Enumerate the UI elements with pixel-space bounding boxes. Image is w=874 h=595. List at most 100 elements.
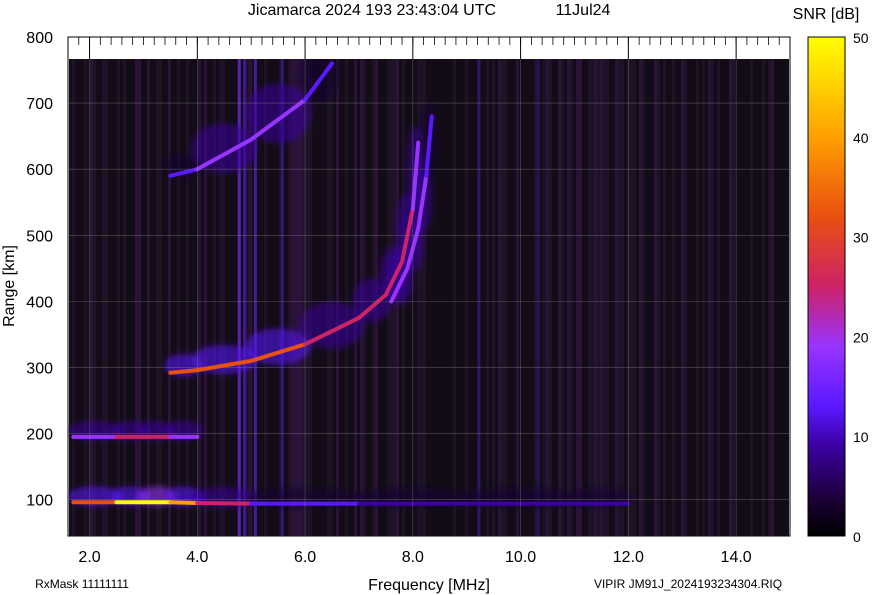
- noise-column: [588, 59, 591, 536]
- noise-column: [738, 59, 741, 536]
- noise-column: [750, 59, 753, 536]
- noise-column: [177, 59, 180, 536]
- noise-column: [783, 59, 786, 536]
- noise-column: [336, 59, 339, 536]
- noise-column: [321, 59, 324, 536]
- noise-column: [507, 59, 510, 536]
- noise-column: [711, 59, 714, 536]
- noise-column: [786, 59, 789, 536]
- trace-segment: [168, 500, 200, 505]
- noise-column: [525, 59, 528, 536]
- noise-column: [141, 59, 144, 536]
- noise-column: [93, 59, 96, 536]
- noise-column: [69, 59, 72, 536]
- noise-column: [339, 59, 342, 536]
- colorbar-tick-label: 20: [853, 329, 869, 345]
- y-tick-label: 800: [26, 30, 53, 47]
- noise-column: [138, 59, 141, 536]
- noise-column: [309, 59, 312, 536]
- noise-column: [462, 59, 465, 536]
- noise-column: [453, 59, 456, 536]
- noise-column: [567, 59, 570, 536]
- noise-column: [180, 59, 183, 536]
- noise-column: [126, 59, 129, 536]
- file-label: VIPIR JM91J_2024193234304.RIQ: [594, 577, 782, 591]
- noise-column: [543, 59, 546, 536]
- noise-column: [162, 59, 165, 536]
- noise-column: [663, 59, 666, 536]
- y-tick-label: 200: [26, 427, 53, 444]
- noise-column: [153, 59, 156, 536]
- noise-column: [774, 59, 777, 536]
- x-tick-label: 4.0: [186, 549, 208, 566]
- noise-column: [756, 59, 759, 536]
- noise-column: [333, 59, 336, 536]
- noise-column: [777, 59, 780, 536]
- y-tick-label: 400: [26, 294, 53, 311]
- noise-column: [681, 59, 684, 536]
- y-axis-label: Range [km]: [1, 245, 18, 327]
- noise-column: [765, 59, 768, 536]
- colorbar-tick-label: 30: [853, 230, 869, 246]
- noise-column: [156, 59, 159, 536]
- noise-column: [657, 59, 660, 536]
- noise-column: [618, 59, 621, 536]
- noise-column: [582, 59, 585, 536]
- noise-column: [564, 59, 567, 536]
- y-tick-label: 600: [26, 162, 53, 179]
- noise-column: [78, 59, 81, 536]
- noise-column: [330, 59, 333, 536]
- noise-column: [549, 59, 552, 536]
- noise-column: [684, 59, 687, 536]
- noise-column: [726, 59, 729, 536]
- noise-column: [459, 59, 462, 536]
- noise-column: [75, 59, 78, 536]
- noise-column: [732, 59, 735, 536]
- y-axis: 100 200 300 400 500 600 700 800: [26, 30, 53, 510]
- noise-column: [600, 59, 603, 536]
- colorbar-label: SNR [dB]: [793, 6, 860, 23]
- noise-column: [570, 59, 573, 536]
- noise-column: [129, 59, 132, 536]
- noise-column: [690, 59, 693, 536]
- noise-column: [327, 59, 330, 536]
- noise-column: [72, 59, 75, 536]
- noise-column: [123, 59, 126, 536]
- noise-column: [501, 59, 504, 536]
- noise-column: [135, 59, 138, 536]
- noise-column: [576, 59, 579, 536]
- noise-column: [672, 59, 675, 536]
- noise-column: [678, 59, 681, 536]
- noise-column: [81, 59, 84, 536]
- noise-column: [342, 59, 345, 536]
- noise-column: [642, 59, 645, 536]
- noise-column: [621, 59, 624, 536]
- noise-column: [585, 59, 588, 536]
- noise-column: [90, 59, 93, 536]
- y-tick-label: 100: [26, 493, 53, 510]
- noise-column: [114, 59, 117, 536]
- noise-column: [183, 59, 186, 536]
- noise-column: [714, 59, 717, 536]
- noise-column: [456, 59, 459, 536]
- noise-column: [198, 59, 201, 536]
- x-tick-label: 8.0: [402, 549, 424, 566]
- chart-title: Jicamarca 2024 193 23:43:04 UTC: [248, 2, 496, 19]
- noise-column: [468, 59, 471, 536]
- noise-column: [447, 59, 450, 536]
- noise-column: [99, 59, 102, 536]
- noise-column: [441, 59, 444, 536]
- noise-column: [465, 59, 468, 536]
- colorbar: [807, 36, 846, 537]
- noise-column: [189, 59, 192, 536]
- noise-column: [504, 59, 507, 536]
- noise-column: [699, 59, 702, 536]
- noise-column: [120, 59, 123, 536]
- noise-column: [615, 59, 618, 536]
- chart-date: 11Jul24: [556, 2, 611, 19]
- noise-column: [555, 59, 558, 536]
- noise-column: [150, 59, 153, 536]
- colorbar-tick-label: 0: [853, 529, 861, 545]
- x-tick-label: 12.0: [613, 549, 644, 566]
- noise-column: [648, 59, 651, 536]
